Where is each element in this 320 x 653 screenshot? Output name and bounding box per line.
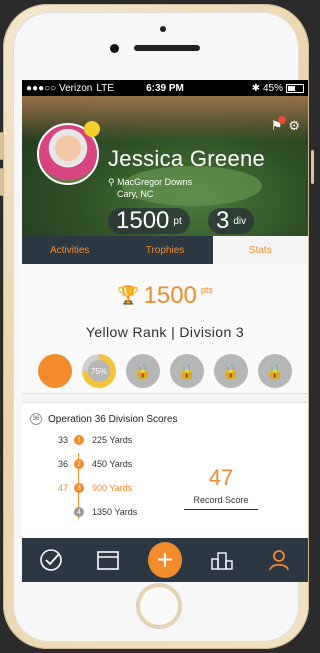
stats-panel: 🏆 1500 pts Yellow Rank | Division 3 75% … (22, 264, 308, 394)
location-line2: Cary, NC (117, 189, 154, 199)
profile-location: ⚲ MacGregor Downs Cary, NC (108, 176, 192, 200)
volume-up-button (0, 132, 3, 160)
yards-text: 225 Yards (92, 435, 133, 445)
score-row: 33 1 225 Yards (50, 435, 132, 445)
notification-dot (278, 116, 286, 124)
division-scores-card: 36 Operation 36 Division Scores 33 1 225… (22, 402, 308, 553)
score-row: 4 1350 Yards (50, 507, 137, 517)
tab-activities[interactable]: Activities (22, 236, 117, 264)
gear-icon[interactable]: ⚙ (288, 118, 300, 134)
time-text: 6:39 PM (146, 82, 184, 94)
leaderboard-icon[interactable] (205, 543, 239, 577)
score-value: 33 (57, 435, 68, 445)
division-pill: 3 div (208, 207, 255, 234)
phone-screen: ●●●○○ Verizon LTE 6:39 PM ✱ 45% ⚑ ⚙ Jess… (22, 80, 308, 582)
points-suffix: pts (200, 285, 213, 295)
lock-icon: 🔒 (222, 362, 240, 379)
rank-text: Yellow Rank | Division 3 (85, 324, 245, 340)
record-score-label: Record Score (184, 495, 258, 510)
step-dot: 2 (74, 459, 84, 469)
profile-tabs: Activities Trophies Stats (22, 236, 308, 264)
location-line1: MacGregor Downs (117, 177, 193, 187)
lock-icon: 🔒 (178, 362, 196, 379)
lock-icon: 🔒 (266, 362, 284, 379)
camera-dot (160, 26, 166, 32)
score-row: 36 2 450 Yards (50, 459, 132, 469)
add-icon[interactable]: + (147, 542, 182, 578)
points-pill: 1500 pt (108, 207, 190, 234)
tab-trophies[interactable]: Trophies (117, 236, 212, 264)
status-bar: ●●●○○ Verizon LTE 6:39 PM ✱ 45% (22, 80, 308, 96)
badge-locked[interactable]: 🔒 (258, 354, 292, 388)
record-score: 47 Record Score (184, 465, 258, 510)
badge-locked[interactable]: 🔒 (126, 354, 160, 388)
home-button[interactable] (137, 584, 181, 628)
operation-36-icon: 36 (30, 413, 42, 425)
step-dot: 4 (74, 507, 84, 517)
points-pill-value: 1500 (116, 207, 170, 234)
trophy-icon: 🏆 (117, 285, 140, 305)
bottom-nav: + (22, 538, 308, 582)
yards-text: 450 Yards (92, 459, 133, 469)
score-value: 36 (57, 459, 68, 469)
yards-text: 1350 Yards (92, 507, 138, 517)
badge-locked[interactable]: 🔒 (170, 354, 204, 388)
division-title-row: 36 Operation 36 Division Scores (30, 413, 178, 425)
checkmark-icon[interactable] (34, 543, 68, 577)
record-score-value: 47 (208, 465, 234, 490)
badge-progress-label: 75% (88, 360, 110, 382)
badge-progress[interactable]: 75% (82, 354, 116, 388)
location-pin-icon: ⚲ (108, 177, 115, 187)
calendar-icon[interactable] (91, 543, 125, 577)
profile-icon[interactable] (262, 543, 296, 577)
step-dot: 3 (74, 483, 84, 493)
rank-badges: 75% 🔒 🔒 🔒 🔒 (22, 354, 308, 388)
badge-complete[interactable] (38, 354, 72, 388)
points-display: 🏆 1500 pts (117, 282, 213, 310)
rank-badge-icon (84, 121, 100, 137)
badge-locked[interactable]: 🔒 (214, 354, 248, 388)
division-pill-value: 3 (216, 207, 230, 234)
profile-name: Jessica Greene (108, 146, 266, 171)
step-dot: 1 (74, 435, 84, 445)
lock-icon: 🔒 (134, 362, 152, 379)
volume-down-button (0, 168, 3, 196)
points-pill-unit: pt (173, 215, 182, 227)
score-value: 47 (57, 483, 68, 493)
points-value: 1500 (143, 282, 197, 309)
yards-text: 900 Yards (92, 483, 133, 493)
power-button (311, 150, 314, 184)
score-row-current: 47 3 900 Yards (50, 483, 132, 493)
tab-stats[interactable]: Stats (212, 236, 308, 264)
battery-icon (286, 83, 304, 93)
speaker-grille (134, 45, 200, 51)
division-title: Operation 36 Division Scores (48, 413, 178, 425)
front-camera (110, 44, 119, 53)
profile-hero: ⚑ ⚙ Jessica Greene ⚲ MacGregor Downs Car… (22, 96, 308, 236)
division-pill-unit: div (233, 215, 247, 227)
